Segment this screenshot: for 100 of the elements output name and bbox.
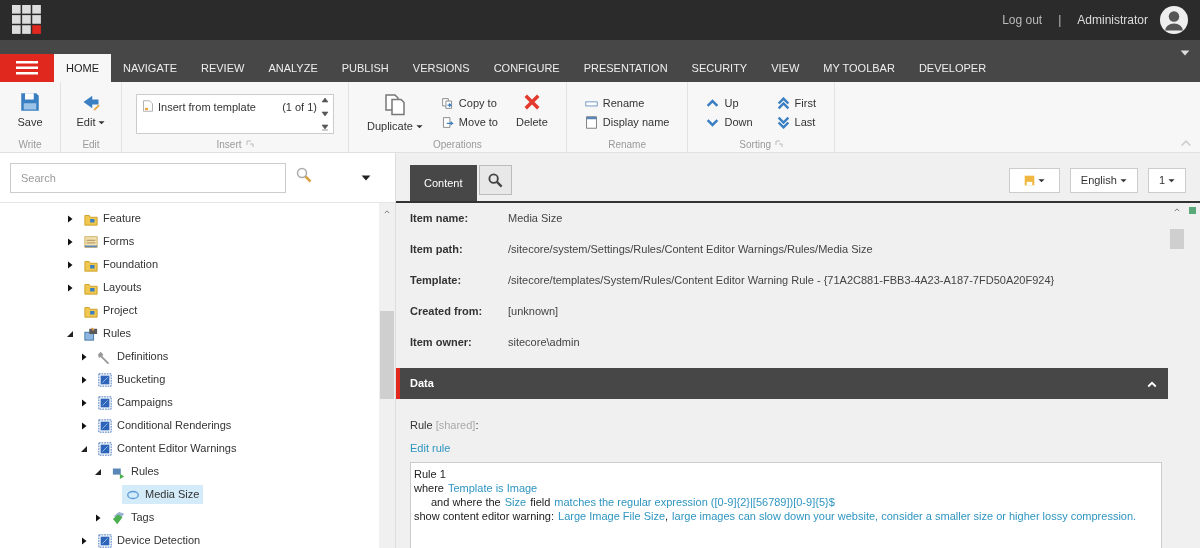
chevron-down-icon xyxy=(706,116,720,129)
ribbon-tab[interactable]: NAVIGATE xyxy=(111,54,189,82)
tags-icon xyxy=(112,510,126,525)
ribbon-tab[interactable]: HOME xyxy=(54,54,111,82)
group-label: Sorting xyxy=(739,137,772,152)
colon: : xyxy=(475,417,479,433)
ribbon-button[interactable]: Down xyxy=(706,113,753,132)
ribbon-button[interactable]: Up xyxy=(706,94,753,113)
ribbon-tab[interactable]: PUBLISH xyxy=(329,54,401,82)
window-icon xyxy=(584,116,598,129)
field-label: Rule xyxy=(410,417,433,433)
field-value: sitecore\admin xyxy=(508,335,580,351)
chevron-up-icon xyxy=(706,97,720,110)
tree-item[interactable]: Campaigns xyxy=(94,393,177,412)
tree-item[interactable]: Conditional Renderings xyxy=(94,416,236,435)
ribbon-button[interactable]: Edit xyxy=(68,82,114,136)
tree-item[interactable]: Tags xyxy=(108,508,159,527)
tree-item[interactable]: Device Detection xyxy=(94,531,205,548)
collapse-triangle-icon xyxy=(1180,48,1190,58)
ribbon-button[interactable]: Save xyxy=(9,82,51,136)
tree-item[interactable]: Rules xyxy=(108,462,164,481)
scrollbar-thumb[interactable] xyxy=(380,311,394,399)
tree-item[interactable]: Bucketing xyxy=(94,370,170,389)
field-label: Item path: xyxy=(410,242,464,258)
ribbon-tab[interactable]: CONFIGURE xyxy=(481,54,572,82)
rule-text: and where the xyxy=(431,495,501,509)
double-chevron-down-icon xyxy=(776,116,790,129)
rule-link[interactable]: Template is Image xyxy=(447,481,538,495)
ribbon-button[interactable]: Display name xyxy=(584,113,670,132)
section-header[interactable]: Data xyxy=(396,368,1168,399)
collapsed-triangle-icon xyxy=(80,375,88,384)
ribbon-button[interactable]: Move to xyxy=(440,113,498,132)
tree-item[interactable]: Rules xyxy=(80,324,136,343)
ribbon-tab[interactable]: DEVELOPER xyxy=(906,54,999,82)
tree-item[interactable]: Feature xyxy=(80,209,145,228)
field-label: Item name: xyxy=(410,211,470,227)
copy-icon xyxy=(440,97,454,110)
group-label: Rename xyxy=(608,137,646,152)
search-icon xyxy=(487,172,503,188)
ribbon-tab[interactable]: VIEW xyxy=(759,54,812,82)
ribbon-button[interactable]: Delete xyxy=(508,82,556,136)
ribbon-button[interactable]: Duplicate xyxy=(359,82,431,136)
menu-button[interactable] xyxy=(0,54,54,82)
expanded-triangle-icon xyxy=(80,444,88,453)
ribbon-tab[interactable]: VERSIONS xyxy=(400,54,482,82)
scroll-up-icon xyxy=(1172,207,1181,213)
rule-link[interactable]: matches the regular expression ([0-9]{2}|[56789])[0-9]{5}$ xyxy=(554,495,835,509)
rule-link[interactable]: Size xyxy=(504,495,527,509)
group-label: Edit xyxy=(82,137,100,152)
status-indicator-icon xyxy=(1189,207,1196,214)
tree-item[interactable]: Project xyxy=(80,301,142,320)
ribbon-tab[interactable]: PRESENTATION xyxy=(571,54,680,82)
rule-link[interactable]: large images can slow down your website, consider a smaller size or higher lossy compression. xyxy=(672,509,1137,523)
search-field[interactable]: Search xyxy=(10,162,286,193)
content-tab[interactable]: Content xyxy=(410,165,477,201)
group-label: Insert xyxy=(216,137,242,152)
ribbon-button[interactable]: First xyxy=(776,94,816,113)
tree-item[interactable]: Foundation xyxy=(80,255,163,274)
logout-link[interactable]: Log out xyxy=(1002,11,1043,29)
collapsed-triangle-icon xyxy=(80,421,88,430)
database-icon xyxy=(1023,175,1035,186)
wrench-icon xyxy=(98,349,112,364)
ribbon-button[interactable]: Rename xyxy=(584,94,670,113)
dropdown-button[interactable]: English xyxy=(1069,168,1138,193)
user-name: Administrator xyxy=(1077,12,1148,29)
tree-item[interactable]: Forms xyxy=(80,232,139,251)
search-tab[interactable] xyxy=(478,165,512,195)
separator: | xyxy=(1058,12,1062,29)
avatar-icon xyxy=(1160,6,1188,34)
ribbon-tab[interactable]: MY TOOLBAR xyxy=(811,54,907,82)
menu-icon xyxy=(16,61,38,75)
gallery-item: Insert from template xyxy=(158,100,256,115)
tree-item[interactable]: Content Editor Warnings xyxy=(94,439,241,458)
template-icon xyxy=(98,372,112,387)
form-icon xyxy=(84,234,98,249)
insert-gallery[interactable]: Insert from template (1 of 1) xyxy=(136,94,334,134)
tree-item[interactable]: Layouts xyxy=(80,278,146,297)
tree-item[interactable]: Definitions xyxy=(94,347,173,366)
ribbon-button[interactable]: Copy to xyxy=(440,94,498,113)
app-grid-icon xyxy=(12,5,42,35)
field-label: Item owner: xyxy=(410,335,473,351)
ribbon-tab[interactable]: SECURITY xyxy=(679,54,760,82)
template-icon xyxy=(98,441,112,456)
storage-dropdown[interactable] xyxy=(1008,168,1060,193)
collapsed-triangle-icon xyxy=(66,237,74,246)
dropdown-button[interactable]: 1 xyxy=(1147,168,1186,193)
group-label: Write xyxy=(18,137,42,152)
group-label: Operations xyxy=(432,137,482,152)
ribbon-button[interactable]: Last xyxy=(776,113,816,132)
collapsed-triangle-icon xyxy=(94,513,102,522)
caret-icon xyxy=(1119,177,1127,184)
rule-text: Rule 1 xyxy=(414,467,446,481)
caret-icon xyxy=(1037,177,1045,184)
ribbon-tab[interactable]: REVIEW xyxy=(189,54,257,82)
rule-link[interactable]: Large Image File Size xyxy=(558,509,666,523)
collapsed-triangle-icon xyxy=(80,352,88,361)
scrollbar-thumb[interactable] xyxy=(1169,229,1184,249)
tree-item[interactable]: Media Size xyxy=(122,485,204,504)
scroll-arrows-icon xyxy=(321,97,329,131)
ribbon-tab[interactable]: ANALYZE xyxy=(256,54,330,82)
